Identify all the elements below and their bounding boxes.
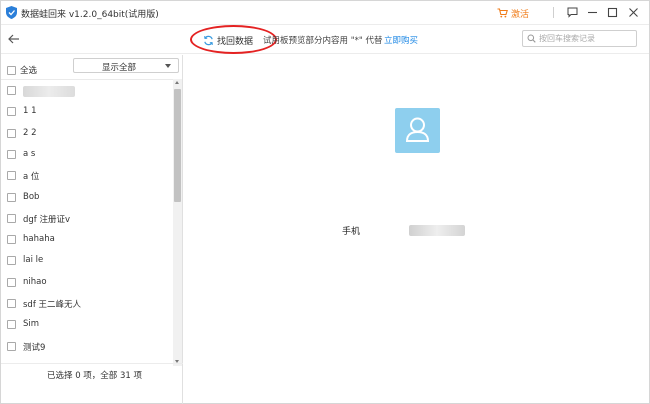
contact-row[interactable]: hahaha	[1, 229, 173, 250]
checkbox[interactable]	[7, 65, 16, 75]
contact-row[interactable]: a 位	[1, 165, 173, 186]
cart-icon	[497, 8, 508, 18]
checkbox[interactable]	[7, 256, 16, 266]
checkbox[interactable]	[7, 235, 16, 245]
contact-name: 2 2	[23, 127, 37, 138]
checkbox[interactable]	[7, 320, 16, 330]
contact-row[interactable]: dgf 注册证v	[1, 208, 173, 229]
minimize-icon	[588, 11, 597, 14]
select-all-label: 全选	[20, 66, 38, 76]
contact-row[interactable]: lai le	[1, 250, 173, 271]
title-bar: 数据蛙回来 v1.2.0_64bit(试用版) 激活	[1, 1, 649, 25]
scrollbar[interactable]	[173, 79, 182, 366]
buy-now-link[interactable]: 立即购买	[384, 34, 418, 46]
contact-name: dgf 注册证v	[23, 214, 71, 225]
checkbox[interactable]	[7, 86, 16, 95]
checkbox[interactable]	[7, 277, 16, 287]
close-icon	[629, 8, 638, 17]
contact-name: hahaha	[23, 234, 55, 245]
contact-name-redacted	[23, 86, 75, 97]
filter-dropdown[interactable]: 显示全部	[73, 58, 179, 73]
checkbox[interactable]	[7, 213, 16, 223]
minimize-button[interactable]	[585, 5, 600, 20]
contact-row[interactable]: sdf 王二峰无人	[1, 293, 173, 314]
contact-row[interactable]: nihao	[1, 272, 173, 293]
scroll-thumb[interactable]	[174, 89, 181, 202]
contact-name: 测试9	[23, 342, 46, 353]
chat-icon	[567, 7, 578, 18]
contact-name: a 位	[23, 172, 40, 183]
search-box[interactable]	[522, 30, 637, 47]
phone-field-label: 手机	[342, 227, 361, 237]
recover-data-button[interactable]: 找回数据	[203, 34, 253, 47]
status-bar: 已选择 0 项，全部 31 项	[1, 363, 183, 404]
trial-notice: 试用板预览部分内容用 "*" 代替	[263, 36, 383, 46]
chevron-down-icon	[165, 64, 171, 68]
contact-row[interactable]: 测试9	[1, 336, 173, 357]
app-window: 数据蛙回来 v1.2.0_64bit(试用版) 激活 找回数据 试用板预览部分内…	[0, 0, 650, 404]
person-icon	[405, 117, 430, 142]
recover-data-label: 找回数据	[217, 37, 254, 47]
activate-button[interactable]: 激活	[497, 6, 529, 20]
selection-status: 已选择 0 项，全部 31 项	[47, 371, 143, 381]
app-logo-icon	[6, 6, 17, 19]
contact-name: Sim	[23, 319, 40, 330]
contact-row[interactable]: 2 2	[1, 123, 173, 144]
checkbox[interactable]	[7, 149, 16, 159]
activate-label: 激活	[511, 9, 530, 20]
checkbox[interactable]	[7, 107, 16, 117]
contact-list: 1 1 2 2 a s a 位 Bob dgf 注册证v hahaha lai le nihao…	[1, 79, 173, 364]
scroll-up-icon[interactable]	[175, 81, 179, 84]
maximize-icon	[607, 7, 618, 18]
contact-name: Bob	[23, 191, 40, 202]
app-title: 数据蛙回来 v1.2.0_64bit(试用版)	[21, 10, 159, 20]
select-all-checkbox[interactable]: 全选	[7, 64, 37, 76]
checkbox[interactable]	[7, 128, 16, 138]
contact-name: 1 1	[23, 106, 37, 117]
checkbox[interactable]	[7, 341, 16, 351]
search-input[interactable]	[539, 34, 635, 43]
phone-value-redacted	[409, 225, 465, 236]
refresh-icon	[204, 35, 213, 46]
checkbox[interactable]	[7, 171, 16, 181]
feedback-button[interactable]	[565, 5, 580, 20]
filter-value: 显示全部	[102, 63, 137, 73]
contact-row[interactable]: 1 1	[1, 101, 173, 122]
checkbox[interactable]	[7, 299, 16, 308]
search-icon	[527, 34, 536, 43]
back-arrow-icon[interactable]	[7, 32, 21, 46]
avatar	[395, 108, 440, 153]
contact-name: a s	[23, 148, 36, 159]
contact-row[interactable]: a s	[1, 144, 173, 165]
checkbox[interactable]	[7, 192, 16, 202]
contact-name: nihao	[23, 276, 47, 287]
contact-name: lai le	[23, 255, 44, 266]
contact-name: sdf 王二峰无人	[23, 300, 82, 310]
contact-row[interactable]: Bob	[1, 187, 173, 208]
close-button[interactable]	[626, 5, 641, 20]
contact-row[interactable]	[1, 80, 173, 101]
contact-row[interactable]: Sim	[1, 314, 173, 335]
maximize-button[interactable]	[605, 5, 620, 20]
title-divider	[553, 7, 554, 18]
